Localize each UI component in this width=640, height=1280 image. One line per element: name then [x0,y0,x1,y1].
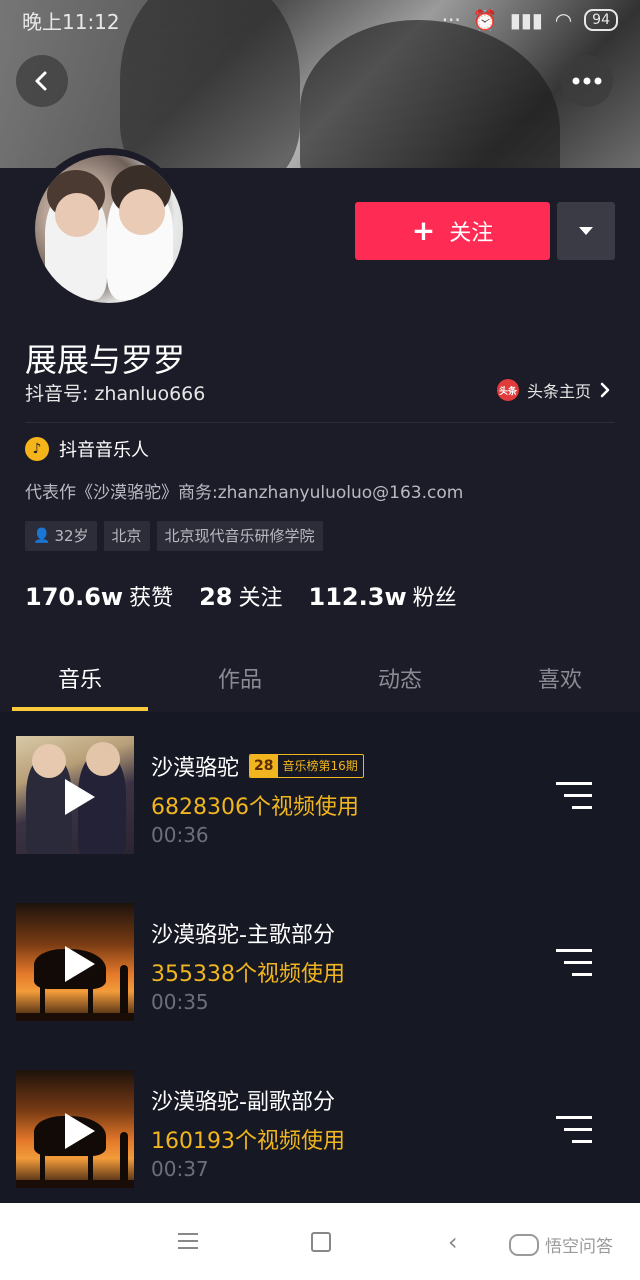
play-icon [65,946,95,982]
recommend-dropdown-button[interactable] [557,202,615,260]
chevron-right-icon [600,382,610,398]
tab-music[interactable]: 音乐 [0,655,160,712]
toutiao-link-label: 头条主页 [527,382,592,401]
song-title: 沙漠骆驼 [151,756,240,781]
plus-icon: + [411,214,436,247]
play-icon [65,779,95,815]
triangle-down-icon [579,227,593,235]
verified-label: 抖音音乐人 [59,440,149,461]
song-duration: 00:37 [151,1157,209,1181]
song-title: 沙漠骆驼-副歌部分 [151,1090,335,1115]
song-menu-icon[interactable] [556,1116,592,1144]
toutiao-homepage-link[interactable]: 头条 头条主页 [497,378,611,402]
divider [25,422,615,423]
alarm-icon: ⏰ [472,8,498,32]
chat-bubble-icon [509,1233,539,1256]
list-item[interactable]: 沙漠骆驼-主歌部分 355338个视频使用 00:35 [0,879,640,1046]
song-duration: 00:35 [151,990,209,1014]
play-icon [65,1113,95,1149]
status-bar: 晚上11:12 ··· ⏰ ▮▮▮ ◠ 94 [0,0,640,40]
tag-school: 北京现代音乐研修学院 [156,521,323,551]
song-usage-count: 6828306个视频使用 [151,795,359,820]
signal-icon: ▮▮▮ [509,8,543,32]
user-icon: 👤 [33,528,51,544]
tab-activity[interactable]: 动态 [320,655,480,712]
song-title: 沙漠骆驼-主歌部分 [151,923,335,948]
active-tab-indicator [12,707,148,711]
song-usage-count: 355338个视频使用 [151,962,345,987]
profile-tabs: 音乐 作品 动态 喜欢 [0,655,640,712]
song-cover[interactable] [16,736,134,854]
tag-age: 👤 32岁 [25,521,97,551]
home-square-icon[interactable] [311,1232,331,1252]
song-menu-icon[interactable] [556,782,592,810]
battery-indicator: 94 [584,9,618,31]
song-list: 沙漠骆驼 28 音乐榜第16期 6828306个视频使用 00:36 沙漠骆驼-… [0,712,640,1202]
verified-musician-badge: ♪ 抖音音乐人 [25,436,149,462]
song-duration: 00:36 [151,823,209,847]
list-item[interactable]: 沙漠骆驼-副歌部分 160193个视频使用 00:37 [0,1046,640,1213]
list-item[interactable]: 沙漠骆驼 28 音乐榜第16期 6828306个视频使用 00:36 [0,712,640,879]
stat-following[interactable]: 28 关注 [199,580,282,612]
song-usage-count: 160193个视频使用 [151,1129,345,1154]
chart-rank-badge: 28 音乐榜第16期 [249,754,364,778]
tag-location: 北京 [103,521,150,551]
follow-button[interactable]: + 关注 [355,202,550,260]
profile-tags: 👤 32岁 北京 北京现代音乐研修学院 [25,521,323,551]
more-horizontal-icon [572,77,602,85]
follow-label: 关注 [449,221,494,246]
song-cover[interactable] [16,1070,134,1188]
song-cover[interactable] [16,903,134,1021]
more-dots-icon: ··· [441,8,461,32]
music-note-icon: ♪ [25,437,49,461]
menu-icon[interactable] [178,1233,198,1249]
nav-back-icon[interactable]: ‹ [448,1230,458,1254]
stat-followers[interactable]: 112.3w 粉丝 [309,580,457,612]
tab-likes[interactable]: 喜欢 [480,655,640,712]
watermark: 悟空问答 [509,1232,613,1257]
avatar[interactable] [35,155,183,303]
douyin-id: 抖音号: zhanluo666 [25,383,206,405]
stat-likes: 170.6w 获赞 [25,583,174,611]
profile-name: 展展与罗罗 [25,341,186,379]
profile-bio: 代表作《沙漠骆驼》商务:zhanzhanyuluoluo@163.com [25,483,464,503]
chevron-left-icon [35,71,47,91]
toutiao-logo-icon: 头条 [497,379,519,401]
more-options-button[interactable] [561,55,613,107]
wifi-icon: ◠ [554,8,573,32]
song-menu-icon[interactable] [556,949,592,977]
tab-works[interactable]: 作品 [160,655,320,712]
profile-stats: 170.6w 获赞 28 关注 112.3w 粉丝 [25,580,457,612]
back-button[interactable] [16,55,68,107]
status-time: 晚上11:12 [22,9,120,34]
